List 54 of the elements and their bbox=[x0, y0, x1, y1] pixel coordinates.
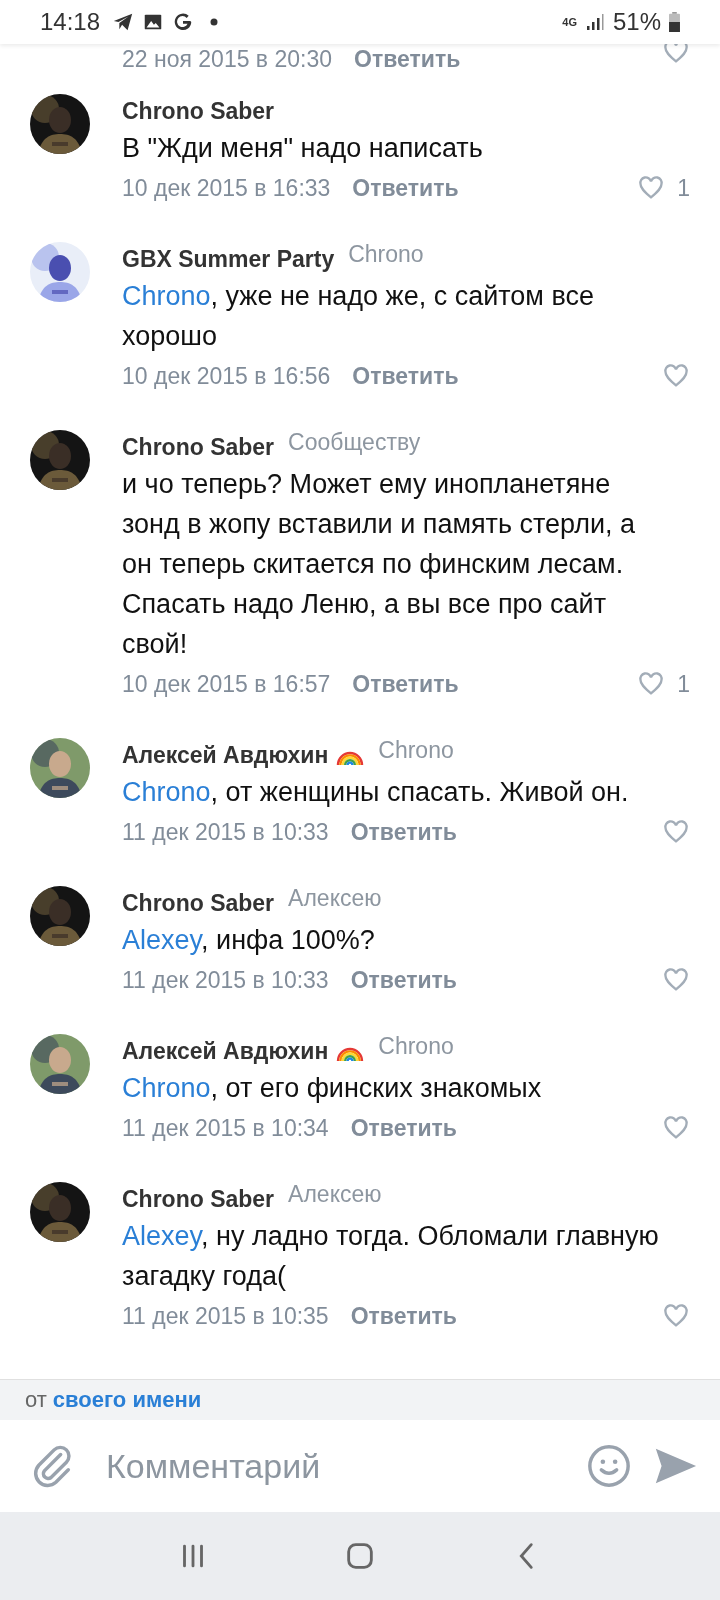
mention-link[interactable]: Chrono bbox=[122, 1073, 211, 1103]
mention-link[interactable]: Chrono bbox=[122, 777, 211, 807]
smiley-icon[interactable] bbox=[586, 1443, 632, 1489]
battery-percent: 51% bbox=[612, 8, 661, 36]
notification-dot-icon bbox=[210, 18, 219, 26]
comment-text: В "Жди меня" надо написать bbox=[122, 132, 484, 165]
author-name[interactable]: Алексей Авдюхин bbox=[122, 1037, 329, 1065]
comment-text: Chrono, уже не надо же, с сайтом все хорошо bbox=[122, 280, 595, 353]
reply-to-label[interactable]: Алексею bbox=[288, 1180, 382, 1208]
reply-to-label[interactable]: Сообществу bbox=[288, 428, 421, 456]
mention-link[interactable]: Chrono bbox=[122, 281, 211, 311]
comment-text: Alexey, ну ладно тогда. Обломали главную загадку года( bbox=[122, 1220, 660, 1293]
author-prefix: от bbox=[25, 1387, 47, 1413]
reply-link[interactable]: Ответить bbox=[352, 362, 459, 390]
reply-to-label[interactable]: Chrono bbox=[378, 736, 454, 764]
author-name[interactable]: Chrono Saber bbox=[122, 97, 275, 125]
battery-icon bbox=[669, 12, 680, 32]
mention-link[interactable]: Alexey bbox=[122, 1221, 202, 1251]
comment-text: Chrono, от его финских знакомых bbox=[122, 1072, 543, 1105]
identity-link[interactable]: своего имени bbox=[52, 1387, 202, 1413]
mention-link[interactable]: Alexey bbox=[122, 925, 202, 955]
signal-icon bbox=[584, 12, 605, 32]
reply-link[interactable]: Ответить bbox=[354, 45, 461, 73]
status-time: 14:18 bbox=[40, 8, 101, 36]
comment-date: 10 дек 2015 в 16:57 bbox=[122, 670, 331, 698]
author-name[interactable]: Chrono Saber bbox=[122, 1185, 275, 1213]
reply-link[interactable]: Ответить bbox=[350, 1114, 457, 1142]
comment-date: 11 дек 2015 в 10:33 bbox=[122, 818, 329, 846]
reply-link[interactable]: Ответить bbox=[352, 174, 459, 202]
comment-text: и чо теперь? Может ему инопланетяне зонд в жопу вставили и память стерли, а он теперь скитается по финским лесам. Спасать надо Леню, а вы все про сайт свой! bbox=[122, 468, 637, 661]
comment-text: Alexey, инфа 100%? bbox=[122, 924, 376, 957]
comment-date: 11 дек 2015 в 10:33 bbox=[122, 966, 329, 994]
paper-plane-icon bbox=[112, 11, 135, 33]
comment-input[interactable]: Комментарий bbox=[104, 1445, 566, 1487]
reply-link[interactable]: Ответить bbox=[352, 670, 459, 698]
reply-link[interactable]: Ответить bbox=[350, 1302, 457, 1330]
like-count: 1 bbox=[677, 670, 690, 698]
reply-to-label[interactable]: Chrono bbox=[378, 1032, 454, 1060]
comment-text: Chrono, от женщины спасать. Живой он. bbox=[122, 776, 630, 809]
comment-date: 22 ноя 2015 в 20:30 bbox=[122, 45, 333, 73]
like-count: 1 bbox=[677, 174, 690, 202]
reply-link[interactable]: Ответить bbox=[350, 966, 457, 994]
author-name[interactable]: GBX Summer Party bbox=[122, 245, 335, 273]
comment-date: 10 дек 2015 в 16:33 bbox=[122, 174, 331, 202]
reply-to-label[interactable]: Chrono bbox=[348, 240, 424, 268]
comment-date: 11 дек 2015 в 10:34 bbox=[122, 1114, 329, 1142]
author-name[interactable]: Алексей Авдюхин bbox=[122, 741, 329, 769]
network-type: 4G bbox=[562, 16, 577, 28]
reply-to-label[interactable]: Алексею bbox=[288, 884, 382, 912]
author-name[interactable]: Chrono Saber bbox=[122, 889, 275, 917]
author-name[interactable]: Chrono Saber bbox=[122, 433, 275, 461]
comment-date: 10 дек 2015 в 16:56 bbox=[122, 362, 331, 390]
comment-date: 11 дек 2015 в 10:35 bbox=[122, 1302, 329, 1330]
reply-link[interactable]: Ответить bbox=[350, 818, 457, 846]
